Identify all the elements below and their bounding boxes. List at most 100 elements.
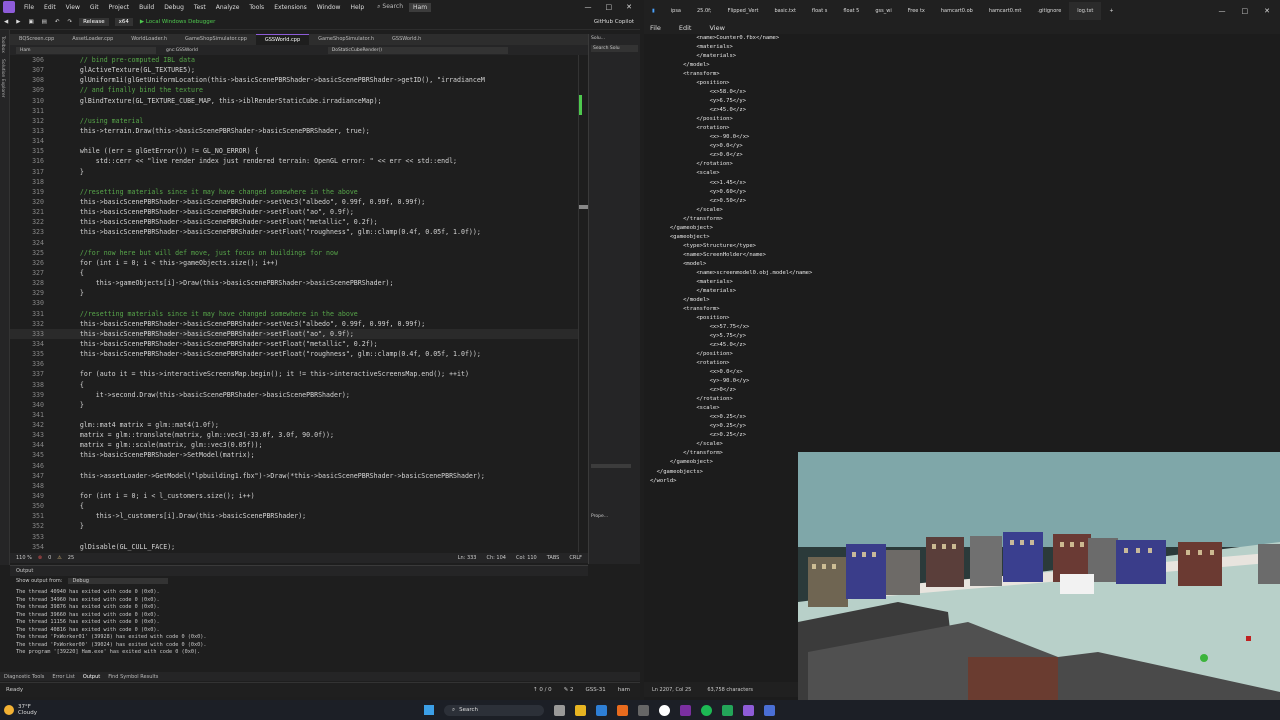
menu-window[interactable]: Window	[312, 4, 346, 11]
code-line[interactable]: 314	[10, 136, 578, 146]
save-icon[interactable]: ▤	[38, 19, 51, 25]
xbox-icon[interactable]	[722, 704, 733, 716]
github-icon[interactable]	[659, 704, 670, 716]
code-line[interactable]: 353	[10, 532, 578, 542]
code-line[interactable]: 347 this->assetLoader->GetModel("lpbuild…	[10, 471, 578, 481]
warning-count[interactable]: 25	[68, 555, 74, 561]
solution-explorer-side-tab[interactable]: Solution Explorer	[0, 59, 5, 98]
code-line[interactable]: 327 {	[10, 268, 578, 278]
code-line[interactable]: 307 glActiveTexture(GL_TEXTURE5);	[10, 65, 578, 75]
edge-icon[interactable]	[596, 704, 607, 716]
np-tab-7[interactable]: Free tx	[900, 8, 933, 14]
code-line[interactable]: 348	[10, 481, 578, 491]
code-line[interactable]: 331 //resetting materials since it may h…	[10, 309, 578, 319]
code-line[interactable]: 344 matrix = glm::scale(matrix, glm::vec…	[10, 440, 578, 450]
output-source-dropdown[interactable]: Debug	[68, 578, 169, 584]
menu-extensions[interactable]: Extensions	[269, 4, 312, 11]
solution-search-input[interactable]: Search Solu	[591, 45, 638, 52]
code-line[interactable]: 339 it->second.Draw(this->basicScenePBRS…	[10, 390, 578, 400]
menu-edit[interactable]: Edit	[39, 4, 61, 11]
code-line[interactable]: 333 this->basicScenePBRShader->basicScen…	[10, 328, 578, 339]
np-minimize-button[interactable]: —	[1219, 7, 1226, 15]
np-tab-8[interactable]: hamcart0.ob	[933, 8, 981, 14]
tab-gssworld-cpp[interactable]: GSSWorld.cpp	[255, 34, 310, 45]
platform-dropdown[interactable]: x64	[114, 17, 133, 26]
tab-gssworld-h[interactable]: GSSWorld.h	[383, 34, 430, 45]
task-view-icon[interactable]	[554, 704, 565, 716]
tab-error-list[interactable]: Error List	[52, 674, 75, 680]
minimize-button[interactable]: —	[585, 3, 592, 11]
code-line[interactable]: 335 this->basicScenePBRShader->basicScen…	[10, 349, 578, 359]
code-line[interactable]: 309 // and finally bind the texture	[10, 85, 578, 95]
config-dropdown[interactable]: Release	[79, 17, 109, 26]
code-line[interactable]: 349 for (int i = 0; i < l_customers.size…	[10, 491, 578, 501]
redo-icon[interactable]: ↷	[63, 19, 76, 25]
code-line[interactable]: 312 //using material	[10, 116, 578, 126]
menu-tools[interactable]: Tools	[244, 4, 269, 11]
code-line[interactable]: 343 matrix = glm::translate(matrix, glm:…	[10, 430, 578, 440]
error-count[interactable]: 0	[48, 555, 51, 561]
np-tab-10[interactable]: .gitignore	[1029, 8, 1069, 14]
settings-icon[interactable]	[638, 704, 649, 716]
menu-view[interactable]: View	[61, 4, 85, 11]
obs-icon[interactable]	[680, 704, 691, 716]
code-line[interactable]: 311	[10, 106, 578, 116]
code-line[interactable]: 310 glBindTexture(GL_TEXTURE_CUBE_MAP, t…	[10, 96, 578, 106]
toolbox-tab[interactable]: Toolbox	[0, 36, 5, 53]
tab-bqscreen[interactable]: BQScreen.cpp	[10, 34, 63, 45]
code-line[interactable]: 350 {	[10, 501, 578, 511]
menu-git[interactable]: Git	[85, 4, 104, 11]
code-line[interactable]: 316 std::cerr << "live render index just…	[10, 156, 578, 166]
menu-debug[interactable]: Debug	[159, 4, 189, 11]
np-tab-2[interactable]: Flipped_Vert	[720, 8, 767, 14]
line-ending[interactable]: CRLF	[569, 555, 582, 561]
code-line[interactable]: 332 this->basicScenePBRShader->basicScen…	[10, 319, 578, 329]
code-line[interactable]: 338 {	[10, 380, 578, 390]
np-menu-file[interactable]: File	[650, 24, 661, 32]
repo-name[interactable]: ham	[618, 687, 630, 693]
code-line[interactable]: 341	[10, 410, 578, 420]
pending-changes[interactable]: ✎ 2	[564, 687, 574, 693]
code-line[interactable]: 313 this->terrain.Draw(this->basicSceneP…	[10, 126, 578, 136]
visual-studio-icon[interactable]	[743, 704, 754, 716]
menu-file[interactable]: File	[19, 4, 39, 11]
new-tab-icon[interactable]: +	[1101, 8, 1121, 14]
app-icon[interactable]	[764, 704, 775, 716]
code-line[interactable]: 325 //for now here but will def move, ju…	[10, 248, 578, 258]
code-line[interactable]: 321 this->basicScenePBRShader->basicScen…	[10, 207, 578, 217]
project-dropdown[interactable]: Ham	[16, 46, 156, 54]
forward-icon[interactable]: ▶	[12, 19, 24, 25]
menu-help[interactable]: Help	[345, 4, 369, 11]
game-preview-window[interactable]	[798, 452, 1280, 700]
np-tab-5[interactable]: float 5	[835, 8, 867, 14]
scope-dropdown[interactable]: gnc:GSSWorld	[166, 48, 198, 53]
vs-search[interactable]: ⌕ Search	[377, 3, 403, 11]
close-button[interactable]: ✕	[626, 3, 632, 11]
np-tab-0[interactable]: ipsa	[663, 8, 689, 14]
taskbar-search[interactable]: ⌕ Search	[444, 704, 544, 716]
code-line[interactable]: 306 // bind pre-computed IBL data	[10, 55, 578, 65]
tab-output[interactable]: Output	[83, 674, 100, 680]
editor-scrollbar[interactable]	[578, 55, 589, 552]
code-line[interactable]: 324	[10, 238, 578, 248]
code-line[interactable]: 337 for (auto it = this->interactiveScre…	[10, 369, 578, 379]
firefox-icon[interactable]	[617, 704, 628, 716]
code-line[interactable]: 320 this->basicScenePBRShader->basicScen…	[10, 197, 578, 207]
code-line[interactable]: 318	[10, 177, 578, 187]
np-tab-3[interactable]: basic.txt	[766, 8, 803, 14]
code-line[interactable]: 336	[10, 359, 578, 369]
code-line[interactable]: 330	[10, 298, 578, 308]
menu-test[interactable]: Test	[189, 4, 211, 11]
np-tab-1[interactable]: 25.0f;	[689, 8, 720, 14]
menu-analyze[interactable]: Analyze	[211, 4, 245, 11]
np-maximize-button[interactable]: □	[1242, 7, 1249, 15]
undo-icon[interactable]: ↶	[51, 19, 64, 25]
np-tab-6[interactable]: gss_wi	[867, 8, 899, 14]
code-line[interactable]: 354 glDisable(GL_CULL_FACE);	[10, 542, 578, 552]
code-line[interactable]: 345 this->basicScenePBRShader->SetModel(…	[10, 450, 578, 460]
spotify-icon[interactable]	[701, 704, 712, 716]
tab-diagnostic-tools[interactable]: Diagnostic Tools	[4, 674, 44, 680]
git-branch[interactable]: GSS-31	[586, 687, 606, 693]
windows-start-icon[interactable]	[424, 705, 434, 715]
np-menu-view[interactable]: View	[709, 24, 724, 32]
